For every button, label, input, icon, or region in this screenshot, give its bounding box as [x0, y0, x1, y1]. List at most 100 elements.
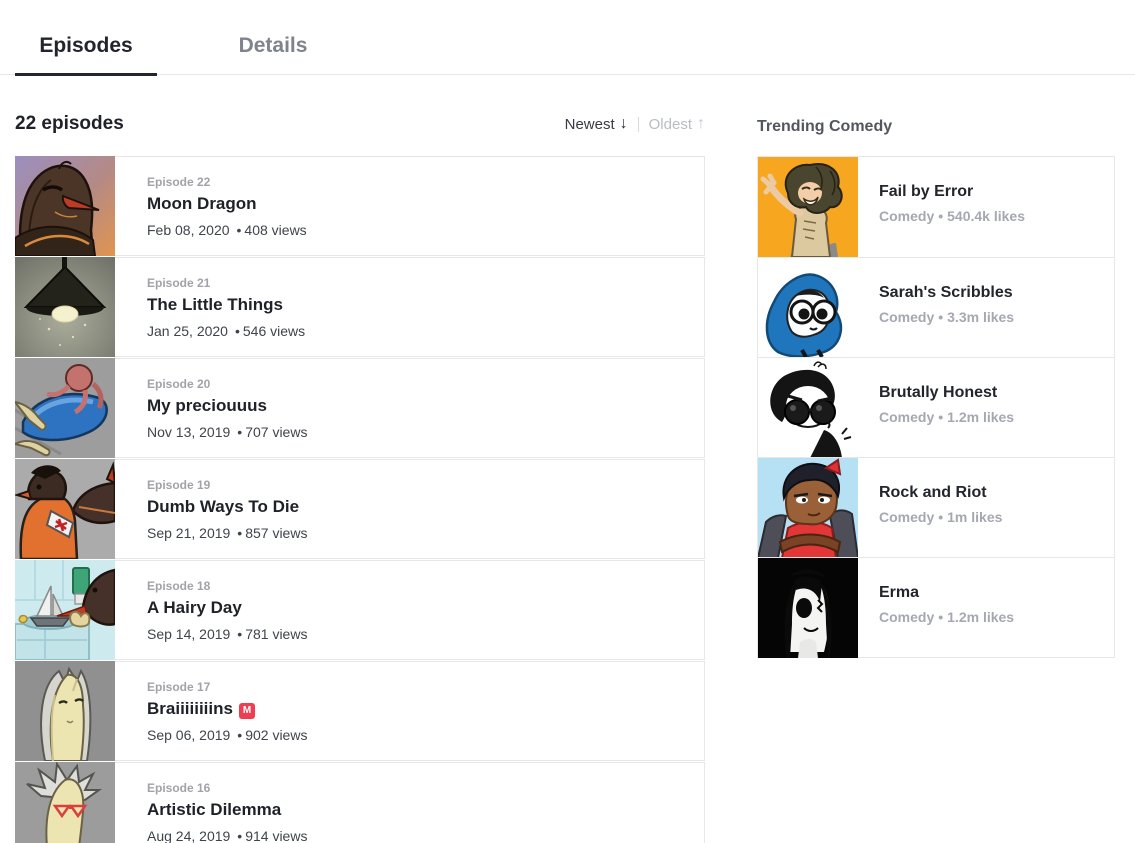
content-area: 22 episodes Newest ↓ Oldest ↑ Episode 22 [0, 75, 1135, 843]
episode-date: Sep 21, 2019 [147, 525, 230, 541]
trending-genre: Comedy [879, 208, 934, 224]
episode-number: Episode 18 [147, 579, 704, 593]
episode-title: Dumb Ways To Die [147, 497, 299, 516]
sarahs-scribbles-thumbnail [758, 258, 858, 358]
trending-title: Trending Comedy [757, 117, 1115, 136]
episode-number: Episode 19 [147, 478, 704, 492]
meta-bullet: • [938, 208, 943, 224]
episode-info: Episode 16 Artistic Dilemma Aug 24, 2019… [16, 763, 704, 843]
episode-info: Episode 19 Dumb Ways To Die Sep 21, 2019… [16, 460, 704, 541]
meta-bullet: • [237, 727, 242, 743]
trending-genre: Comedy [879, 409, 934, 425]
episode-title: A Hairy Day [147, 598, 242, 617]
trending-genre: Comedy [879, 309, 934, 325]
episode-views: 546 views [243, 323, 305, 339]
episode-views: 781 views [245, 626, 307, 642]
episode-number: Episode 21 [147, 276, 704, 290]
episode-title: The Little Things [147, 295, 283, 314]
episode-views: 902 views [245, 727, 307, 743]
episode-meta: Aug 24, 2019 •914 views [147, 828, 704, 843]
tab-bar: Episodes Details [0, 0, 1135, 75]
meta-bullet: • [237, 626, 242, 642]
sort-newest-button[interactable]: Newest ↓ [565, 115, 628, 133]
arrow-down-icon: ↓ [620, 115, 628, 133]
episode-row[interactable]: Episode 22 Moon Dragon Feb 08, 2020•408 … [15, 156, 705, 256]
episode-info: Episode 18 A Hairy Day Sep 14, 2019 •781 … [16, 561, 704, 642]
episode-title: My preciouuus [147, 396, 267, 415]
episode-views: 857 views [245, 525, 307, 541]
episode-number: Episode 17 [147, 680, 704, 694]
trending-genre: Comedy [879, 609, 934, 625]
trending-item-meta: Comedy•1m likes [879, 509, 1114, 525]
episode-row[interactable]: Episode 17 Braiiiiiiiins M Sep 06, 2019 •9… [15, 661, 705, 761]
moon-dragon-thumbnail [15, 156, 115, 256]
episode-date: Sep 14, 2019 [147, 626, 230, 642]
sort-newest-label: Newest [565, 116, 615, 133]
trending-item[interactable]: Rock and Riot Comedy•1m likes [758, 457, 1114, 557]
episode-date: Aug 24, 2019 [147, 828, 230, 843]
meta-bullet: • [938, 509, 943, 525]
trending-item-title: Rock and Riot [879, 484, 1114, 502]
trending-item-meta: Comedy•1.2m likes [879, 609, 1114, 625]
episode-info: Episode 17 Braiiiiiiiins M Sep 06, 2019 •9… [16, 662, 704, 743]
trending-item-meta: Comedy•540.4k likes [879, 208, 1114, 224]
trending-item-meta: Comedy•3.3m likes [879, 309, 1114, 325]
trending-item-title: Erma [879, 584, 1114, 602]
trending-item[interactable]: Fail by Error Comedy•540.4k likes [758, 157, 1114, 257]
episode-views: 914 views [245, 828, 307, 843]
episode-meta: Sep 06, 2019 •902 views [147, 727, 704, 743]
episode-row[interactable]: Episode 16 Artistic Dilemma Aug 24, 2019… [15, 762, 705, 843]
episode-meta: Jan 25, 2020 •546 views [147, 323, 704, 339]
sort-oldest-button[interactable]: Oldest ↑ [649, 115, 705, 133]
episode-info: Episode 21 The Little Things Jan 25, 202… [16, 258, 704, 339]
episodes-column: 22 episodes Newest ↓ Oldest ↑ Episode 22 [15, 75, 705, 843]
meta-bullet: • [237, 828, 242, 843]
trending-item-title: Fail by Error [879, 183, 1114, 201]
trending-likes: 540.4k likes [947, 208, 1025, 224]
dumb-ways-thumbnail [15, 459, 115, 559]
artistic-dilemma-thumbnail [15, 762, 115, 843]
episode-views: 408 views [244, 222, 306, 238]
episode-info: Episode 22 Moon Dragon Feb 08, 2020•408 … [16, 157, 704, 238]
trending-item-title: Sarah's Scribbles [879, 284, 1114, 302]
tab-details-label: Details [239, 34, 308, 57]
episode-date: Jan 25, 2020 [147, 323, 228, 339]
trending-likes: 3.3m likes [947, 309, 1014, 325]
episode-row[interactable]: Episode 19 Dumb Ways To Die Sep 21, 2019… [15, 459, 705, 559]
trending-item[interactable]: Sarah's Scribbles Comedy•3.3m likes [758, 257, 1114, 357]
meta-bullet: • [938, 609, 943, 625]
tab-details[interactable]: Details [202, 34, 344, 76]
erma-thumbnail [758, 558, 858, 658]
trending-list: Fail by Error Comedy•540.4k likes Sarah'… [757, 156, 1115, 658]
trending-genre: Comedy [879, 509, 934, 525]
episode-meta: Feb 08, 2020•408 views [147, 222, 704, 238]
episode-meta: Sep 21, 2019 •857 views [147, 525, 704, 541]
arrow-up-icon: ↑ [697, 115, 705, 133]
fail-by-error-thumbnail [758, 157, 858, 257]
episode-row[interactable]: Episode 18 A Hairy Day Sep 14, 2019 •781 … [15, 560, 705, 660]
little-things-thumbnail [15, 257, 115, 357]
mature-badge: M [239, 703, 255, 719]
trending-item[interactable]: Erma Comedy•1.2m likes [758, 557, 1114, 657]
episode-row[interactable]: Episode 20 My preciouuus Nov 13, 2019•70… [15, 358, 705, 458]
series-page: Episodes Details 22 episodes Newest ↓ Ol… [0, 0, 1135, 843]
meta-bullet: • [235, 323, 240, 339]
trending-likes: 1.2m likes [947, 609, 1014, 625]
rock-and-riot-thumbnail [758, 458, 858, 558]
trending-sidebar: Trending Comedy Fail by Error Comedy•540… [757, 75, 1115, 843]
meta-bullet: • [938, 409, 943, 425]
episode-count: 22 episodes [15, 113, 124, 135]
meta-bullet: • [237, 222, 242, 238]
my-preciouuus-thumbnail [15, 358, 115, 458]
meta-bullet: • [237, 525, 242, 541]
trending-likes: 1m likes [947, 509, 1002, 525]
trending-item-title: Brutally Honest [879, 384, 1114, 402]
tab-episodes[interactable]: Episodes [15, 34, 157, 76]
episode-row[interactable]: Episode 21 The Little Things Jan 25, 202… [15, 257, 705, 357]
episode-title: Artistic Dilemma [147, 800, 281, 819]
episode-views: 707 views [245, 424, 307, 440]
trending-item[interactable]: Brutally Honest Comedy•1.2m likes [758, 357, 1114, 457]
episode-title: Braiiiiiiiins [147, 699, 233, 718]
sort-separator [638, 117, 639, 132]
episode-date: Sep 06, 2019 [147, 727, 230, 743]
